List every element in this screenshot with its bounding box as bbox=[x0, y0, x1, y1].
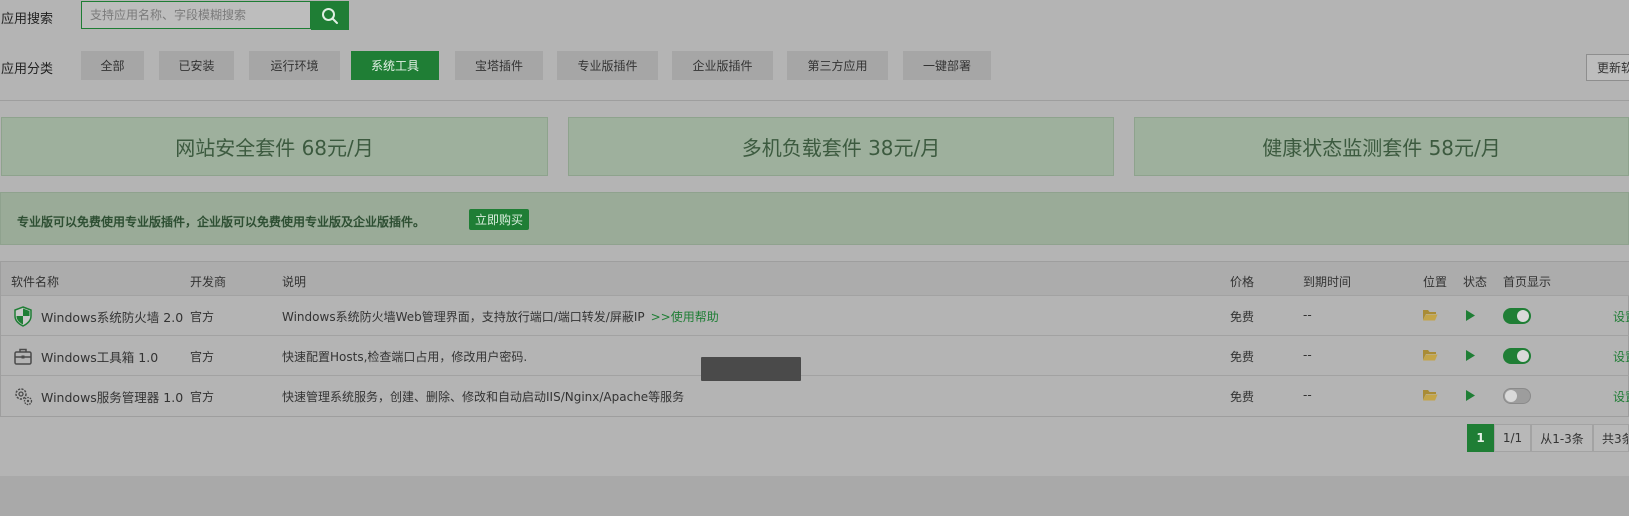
buy-now-button[interactable]: 立即购买 bbox=[469, 209, 529, 230]
toggle-knob bbox=[1517, 350, 1529, 362]
page-button-current[interactable]: 1 bbox=[1467, 424, 1494, 452]
header-description: 说明 bbox=[282, 275, 307, 289]
price: 免费 bbox=[1230, 390, 1255, 404]
promo-banner-health-monitor[interactable]: 健康状态监测套件 58元/月 bbox=[1134, 117, 1629, 176]
settings-link[interactable]: 设置 bbox=[1613, 308, 1629, 325]
category-tab-all[interactable]: 全部 bbox=[81, 51, 144, 80]
description: Windows系统防火墙Web管理界面，支持放行端口/端口转发/屏蔽IP >>使用… bbox=[282, 308, 719, 325]
header-expiry[interactable]: 到期时间 bbox=[1303, 273, 1351, 290]
developer: 官方 bbox=[190, 350, 215, 364]
promo-banner-load-balance[interactable]: 多机负载套件 38元/月 bbox=[568, 117, 1114, 176]
category-tab-bt-plugins[interactable]: 宝塔插件 bbox=[455, 51, 543, 80]
header-status: 状态 bbox=[1463, 275, 1488, 289]
category-tab-enterprise-plugins[interactable]: 企业版插件 bbox=[672, 51, 773, 80]
help-link[interactable]: >>使用帮助 bbox=[651, 310, 719, 324]
description-text: Windows系统防火墙Web管理界面，支持放行端口/端口转发/屏蔽IP bbox=[282, 310, 645, 324]
header-homepage: 首页显示 bbox=[1503, 275, 1552, 289]
table-row: Windows系统防火墙 2.0 官方 Windows系统防火墙Web管理界面，… bbox=[1, 296, 1629, 336]
gears-icon bbox=[15, 388, 33, 406]
folder-icon[interactable] bbox=[1422, 388, 1438, 402]
homepage-toggle[interactable] bbox=[1503, 308, 1531, 324]
header-location: 位置 bbox=[1423, 275, 1448, 289]
pro-notice-bar: 专业版可以免费使用专业版插件，企业版可以免费使用专业版及企业版插件。 立即购买 bbox=[0, 192, 1629, 245]
search-button[interactable] bbox=[311, 1, 349, 30]
expiry: -- bbox=[1303, 308, 1312, 322]
header-price[interactable]: 价格 bbox=[1230, 273, 1254, 290]
software-name[interactable]: Windows服务管理器 1.0 bbox=[41, 387, 183, 406]
header-name[interactable]: 软件名称 bbox=[11, 273, 59, 290]
folder-icon[interactable] bbox=[1422, 348, 1438, 362]
description: 快速管理系统服务，创建、删除、修改和自动启动IIS/Nginx/Apache等服… bbox=[282, 390, 685, 404]
homepage-toggle[interactable] bbox=[1503, 348, 1531, 364]
app-store-page: 应用搜索 应用分类 全部 已安装 运行环境 系统工具 宝塔插件 专业版插件 企业… bbox=[0, 0, 1629, 476]
play-icon[interactable] bbox=[1464, 349, 1476, 362]
category-tab-installed[interactable]: 已安装 bbox=[159, 51, 234, 80]
page-total: 共3条 bbox=[1593, 424, 1629, 452]
header-developer: 开发商 bbox=[190, 275, 227, 289]
category-tab-system-tools[interactable]: 系统工具 bbox=[351, 51, 439, 80]
toggle-knob bbox=[1505, 390, 1517, 402]
page-count: 1/1 bbox=[1494, 424, 1531, 452]
bottom-band bbox=[0, 476, 1629, 516]
search-label: 应用搜索 bbox=[1, 12, 54, 27]
software-name[interactable]: Windows工具箱 1.0 bbox=[41, 347, 158, 366]
software-table: 软件名称 开发商 说明 价格 到期时间 位置 状态 首页显示 Windows系统… bbox=[0, 261, 1629, 417]
folder-icon[interactable] bbox=[1422, 308, 1438, 322]
search-icon bbox=[322, 7, 338, 24]
page-range: 从1-3条 bbox=[1531, 424, 1593, 452]
price: 免费 bbox=[1230, 350, 1255, 364]
update-list-button[interactable]: 更新软件列表 bbox=[1586, 54, 1629, 81]
toggle-knob bbox=[1517, 310, 1529, 322]
expiry: -- bbox=[1303, 388, 1312, 402]
tooltip bbox=[701, 357, 801, 381]
homepage-toggle[interactable] bbox=[1503, 388, 1531, 404]
toolbox-icon bbox=[14, 348, 32, 365]
table-row: Windows服务管理器 1.0 官方 快速管理系统服务，创建、删除、修改和自动… bbox=[1, 376, 1629, 416]
table-row: Windows工具箱 1.0 官方 快速配置Hosts,检查端口占用，修改用户密… bbox=[1, 336, 1629, 376]
software-name[interactable]: Windows系统防火墙 2.0 bbox=[41, 307, 183, 326]
promo-banner-security[interactable]: 网站安全套件 68元/月 bbox=[1, 117, 548, 176]
developer: 官方 bbox=[190, 310, 215, 324]
category-label: 应用分类 bbox=[1, 62, 54, 77]
description: 快速配置Hosts,检查端口占用，修改用户密码. bbox=[282, 350, 528, 364]
search-box[interactable] bbox=[81, 1, 311, 29]
shield-icon bbox=[14, 306, 32, 327]
category-tab-pro-plugins[interactable]: 专业版插件 bbox=[557, 51, 658, 80]
expiry: -- bbox=[1303, 348, 1312, 362]
divider bbox=[0, 100, 1629, 101]
settings-link[interactable]: 设置 bbox=[1613, 388, 1629, 405]
search-input[interactable] bbox=[82, 2, 310, 28]
table-header: 软件名称 开发商 说明 价格 到期时间 位置 状态 首页显示 bbox=[1, 262, 1629, 296]
category-tab-one-click-deploy[interactable]: 一键部署 bbox=[903, 51, 991, 80]
developer: 官方 bbox=[190, 390, 215, 404]
category-tab-runtime[interactable]: 运行环境 bbox=[249, 51, 340, 80]
category-tab-third-party[interactable]: 第三方应用 bbox=[787, 51, 888, 80]
settings-link[interactable]: 设置 bbox=[1613, 348, 1629, 365]
pro-notice-text: 专业版可以免费使用专业版插件，企业版可以免费使用专业版及企业版插件。 bbox=[17, 215, 426, 229]
play-icon[interactable] bbox=[1464, 309, 1476, 322]
play-icon[interactable] bbox=[1464, 389, 1476, 402]
price: 免费 bbox=[1230, 310, 1255, 324]
